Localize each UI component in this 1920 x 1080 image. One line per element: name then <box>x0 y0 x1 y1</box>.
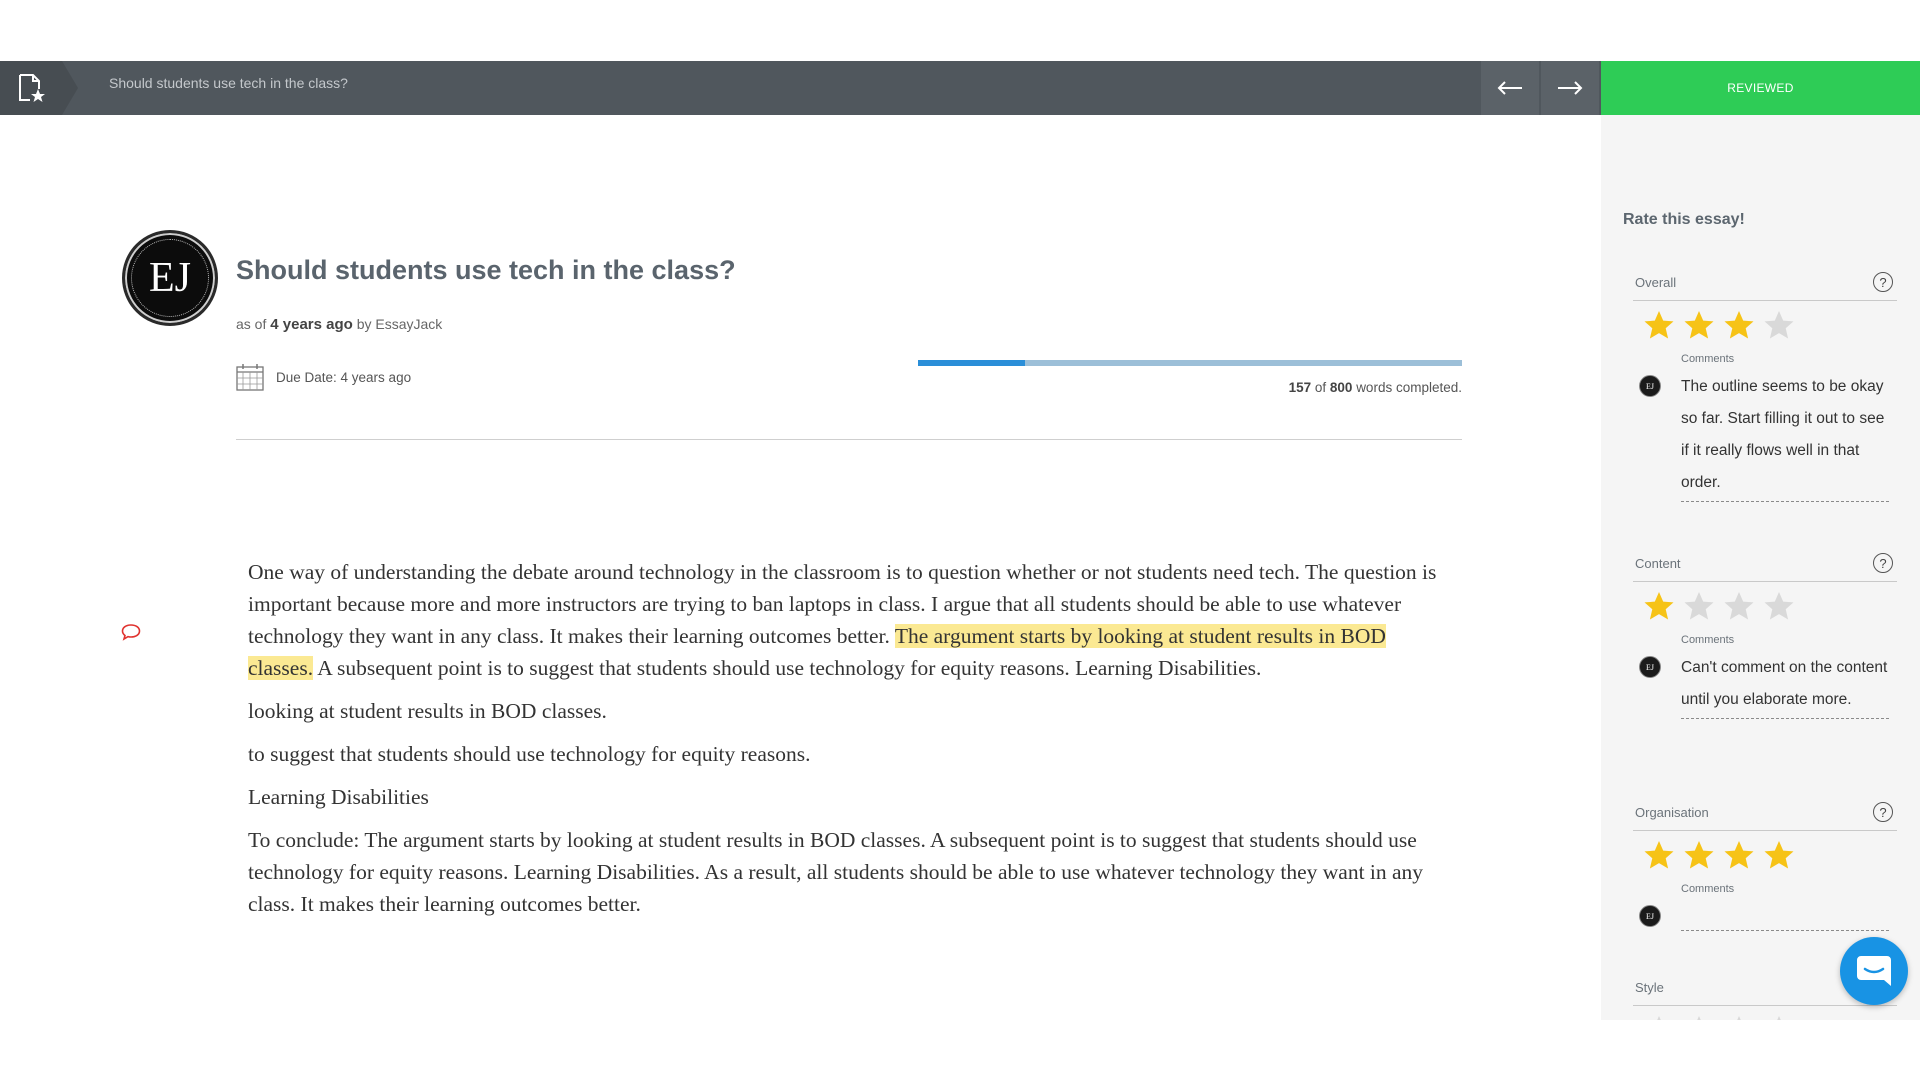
star-rating[interactable] <box>1643 1014 1897 1020</box>
reviewer-avatar: EJ <box>1639 375 1661 397</box>
star-empty-icon[interactable] <box>1643 1014 1675 1020</box>
comment-field[interactable] <box>1681 901 1889 931</box>
star-filled-icon[interactable] <box>1763 839 1795 871</box>
comment-row: EJ <box>1633 901 1897 931</box>
star-empty-icon[interactable] <box>1683 1014 1715 1020</box>
star-filled-icon[interactable] <box>1643 590 1675 622</box>
document-menu-button[interactable] <box>0 61 78 115</box>
meta-author: by EssayJack <box>356 316 443 332</box>
arrow-right-icon <box>1558 81 1583 95</box>
rating-sidebar: Rate this essay! Overall ? Comments EJ T… <box>1601 115 1920 1020</box>
star-filled-icon[interactable] <box>1683 839 1715 871</box>
rating-section-overall: Overall ? Comments EJ The outline seems … <box>1633 270 1897 502</box>
comments-label: Comments <box>1681 883 1735 895</box>
due-date: Due Date: 4 years ago <box>236 362 411 392</box>
essay-paragraph: to suggest that students should use tech… <box>248 742 811 766</box>
star-empty-icon[interactable] <box>1763 590 1795 622</box>
star-empty-icon[interactable] <box>1723 1014 1755 1020</box>
essay-paragraph: One way of understanding the debate arou… <box>248 556 1448 684</box>
comments-label: Comments <box>1681 634 1735 646</box>
rating-section-content: Content ? Comments EJ Can't comment on t… <box>1633 551 1897 719</box>
comment-field[interactable]: Can't comment on the content until you e… <box>1681 652 1889 719</box>
sidebar-title: Rate this essay! <box>1623 211 1745 228</box>
words-of: of <box>1314 380 1327 395</box>
star-filled-icon[interactable] <box>1643 839 1675 871</box>
star-filled-icon[interactable] <box>1723 309 1755 341</box>
help-icon[interactable]: ? <box>1873 272 1893 292</box>
words-total: 800 <box>1329 380 1353 395</box>
star-rating[interactable] <box>1643 309 1897 349</box>
meta-time: 4 years ago <box>270 316 353 333</box>
comment-marker-icon[interactable] <box>121 623 141 641</box>
word-progress-bar <box>918 360 1462 366</box>
rating-header: Organisation ? <box>1633 800 1897 831</box>
star-rating[interactable] <box>1643 839 1897 879</box>
essayjack-logo: EJ <box>122 230 218 326</box>
essay-body: One way of understanding the debate arou… <box>248 556 1448 931</box>
reviewed-button[interactable]: REVIEWED <box>1601 61 1920 115</box>
reviewer-avatar: EJ <box>1639 905 1661 927</box>
star-filled-icon[interactable] <box>1683 309 1715 341</box>
star-empty-icon[interactable] <box>1723 590 1755 622</box>
due-date-text: Due Date: 4 years ago <box>276 369 412 385</box>
rating-header: Overall ? <box>1633 270 1897 301</box>
meta-prefix: as of <box>236 316 267 332</box>
comment-row: EJ Can't comment on the content until yo… <box>1633 652 1897 719</box>
essay-meta: as of 4 years ago by EssayJack <box>236 316 442 333</box>
star-empty-icon[interactable] <box>1763 309 1795 341</box>
word-progress-fill <box>918 360 1025 366</box>
arrow-left-icon <box>1497 81 1522 95</box>
calendar-icon <box>236 364 264 391</box>
next-button[interactable] <box>1541 61 1599 115</box>
previous-button[interactable] <box>1481 61 1539 115</box>
star-rating[interactable] <box>1643 590 1897 630</box>
rating-label: Style <box>1635 980 1664 995</box>
essay-paragraph: To conclude: The argument starts by look… <box>248 828 1424 916</box>
essay-paragraph: looking at student results in BOD classe… <box>248 699 607 723</box>
comment-field[interactable]: The outline seems to be okay so far. Sta… <box>1681 371 1889 502</box>
comment-row: EJ The outline seems to be okay so far. … <box>1633 371 1897 502</box>
rating-label: Content <box>1635 556 1681 571</box>
page-title: Should students use tech in the class? <box>236 255 736 285</box>
header-divider <box>236 439 1462 440</box>
top-bar: Should students use tech in the class? R… <box>0 61 1920 115</box>
essay-paragraph: Learning Disabilities <box>248 785 429 809</box>
help-icon[interactable]: ? <box>1873 553 1893 573</box>
logo-ring <box>131 239 209 317</box>
word-count: 157 of 800 words completed. <box>918 380 1462 395</box>
chat-bubble-icon <box>1857 956 1891 986</box>
document-star-icon <box>19 74 45 102</box>
words-suffix: words completed. <box>1356 380 1462 395</box>
help-icon[interactable]: ? <box>1873 802 1893 822</box>
rating-label: Overall <box>1635 275 1677 290</box>
star-filled-icon[interactable] <box>1643 309 1675 341</box>
paragraph-text: A subsequent point is to suggest that st… <box>313 656 1262 680</box>
rating-section-organisation: Organisation ? Comments EJ <box>1633 800 1897 931</box>
comments-label: Comments <box>1681 353 1735 365</box>
rating-header: Content ? <box>1633 551 1897 582</box>
topbar-essay-title: Should students use tech in the class? <box>109 75 348 91</box>
star-filled-icon[interactable] <box>1723 839 1755 871</box>
words-done: 157 <box>1288 380 1312 395</box>
star-empty-icon[interactable] <box>1763 1014 1795 1020</box>
rating-label: Organisation <box>1635 805 1709 820</box>
reviewer-avatar: EJ <box>1639 656 1661 678</box>
star-empty-icon[interactable] <box>1683 590 1715 622</box>
chat-launcher-button[interactable] <box>1840 937 1908 1005</box>
